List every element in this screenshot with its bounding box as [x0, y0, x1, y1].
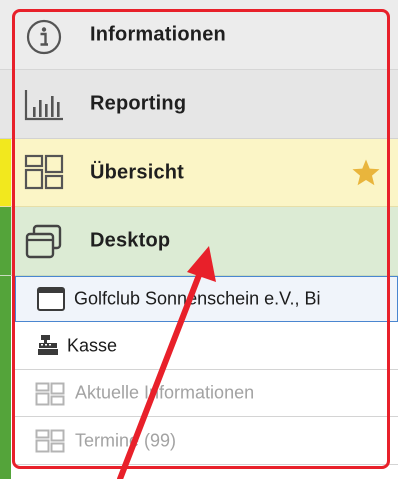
windows-icon: [25, 224, 62, 259]
menu-item-label: Reporting: [90, 92, 187, 115]
star-icon[interactable]: [351, 158, 381, 188]
dashboard-icon: [24, 154, 64, 190]
menu-item-label: Informationen: [90, 23, 226, 45]
menu-band: [0, 0, 11, 69]
menu-band: [0, 70, 11, 138]
cash-register-icon: [38, 335, 58, 355]
menu-item-uebersicht[interactable]: Übersicht: [0, 139, 398, 207]
desktop-item-label: Kasse: [67, 335, 118, 355]
desktop-band: [0, 276, 11, 479]
menu-band: [0, 207, 11, 275]
menu-item-desktop[interactable]: Desktop: [0, 207, 398, 276]
desktop-item-aktuelle-informationen[interactable]: Aktuelle Informationen: [15, 370, 398, 416]
divider: [15, 464, 398, 465]
desktop-item-label: Golfclub Sonnenschein e.V., Bi: [74, 288, 321, 309]
bar-chart-icon: [24, 90, 63, 121]
side-menu: Informationen Reporting Übersicht Deskto…: [0, 0, 398, 479]
desktop-item-termine[interactable]: Termine (99): [15, 417, 398, 464]
desktop-item-kasse[interactable]: Kasse: [15, 322, 398, 369]
menu-item-informationen[interactable]: Informationen: [0, 0, 398, 70]
info-circle-icon: [26, 19, 62, 55]
menu-item-label: Übersicht: [90, 161, 185, 183]
window-icon: [37, 287, 65, 311]
menu-item-label: Desktop: [90, 229, 171, 252]
desktop-item-label: Aktuelle Informationen: [75, 382, 255, 403]
menu-band: [0, 139, 11, 206]
dashboard-small-icon: [35, 429, 65, 453]
desktop-item-golfclub[interactable]: Golfclub Sonnenschein e.V., Bi: [15, 276, 398, 322]
menu-item-reporting[interactable]: Reporting: [0, 70, 398, 139]
desktop-item-label: Termine (99): [75, 430, 177, 450]
dashboard-small-icon: [35, 382, 65, 406]
